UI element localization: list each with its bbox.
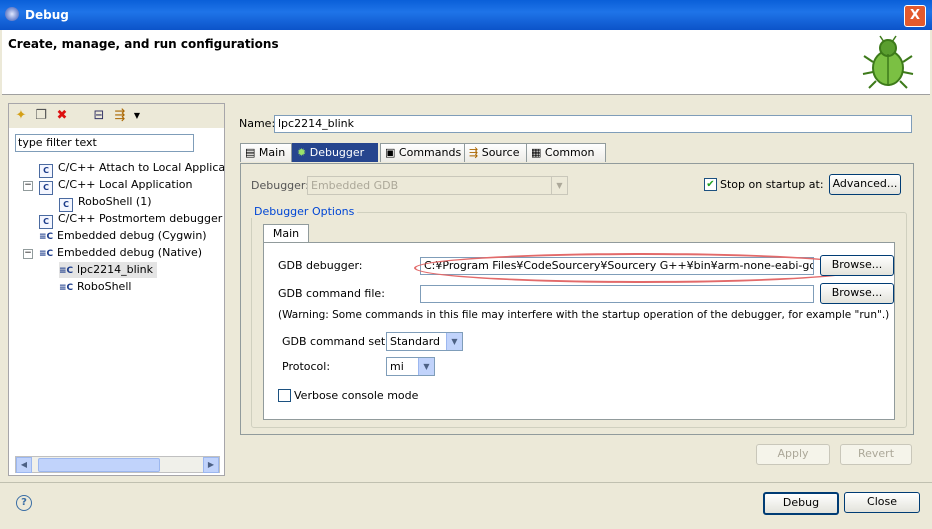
tab-source[interactable]: ⇶ Source bbox=[464, 143, 532, 162]
help-icon[interactable]: ? bbox=[16, 495, 32, 511]
debugger-tab-icon: ✹ bbox=[297, 146, 307, 159]
banner: Create, manage, and run configurations bbox=[2, 30, 930, 95]
debug-dialog: Debug X Create, manage, and run configur… bbox=[0, 0, 932, 529]
subtab-main[interactable]: Main bbox=[263, 224, 309, 243]
embedded-c-icon: ≡C bbox=[39, 249, 54, 259]
delete-config-icon[interactable]: ✖ bbox=[54, 108, 70, 124]
tree-item-embedded-cygwin[interactable]: ≡C Embedded debug (Cygwin) bbox=[39, 228, 207, 244]
name-field[interactable]: lpc2214_blink bbox=[274, 115, 912, 133]
browse-command-file-button[interactable]: Browse... bbox=[820, 283, 894, 304]
filter-icon[interactable]: ⇶ bbox=[112, 108, 128, 124]
launch-config-panel: ✦ ❐ ✖ ⊟ ⇶ ▼ type filter text C C/C++ Atta… bbox=[8, 103, 225, 476]
stop-on-startup-label: Stop on startup at: bbox=[720, 178, 824, 191]
debugger-select[interactable]: Embedded GDB ▼ bbox=[307, 176, 568, 195]
verbose-label: Verbose console mode bbox=[294, 389, 419, 402]
chevron-down-icon: ▼ bbox=[551, 177, 567, 194]
config-toolbar: ✦ ❐ ✖ ⊟ ⇶ ▼ bbox=[9, 104, 224, 128]
debugger-tab-panel: Debugger: Embedded GDB ▼ ✔ Stop on startu… bbox=[240, 163, 914, 435]
embedded-c-icon: ≡C bbox=[39, 232, 54, 242]
collapse-toggle[interactable]: − bbox=[23, 249, 33, 259]
browse-gdb-debugger-button[interactable]: Browse... bbox=[820, 255, 894, 276]
c-config-icon: C bbox=[39, 215, 53, 229]
c-config-icon: C bbox=[39, 181, 53, 195]
gdb-command-file-field[interactable] bbox=[420, 285, 814, 303]
c-config-icon: C bbox=[39, 164, 53, 178]
new-config-icon[interactable]: ✦ bbox=[13, 108, 29, 124]
collapse-all-icon[interactable]: ⊟ bbox=[91, 108, 107, 124]
collapse-toggle[interactable]: − bbox=[23, 181, 33, 191]
tree-item-attach[interactable]: C C/C++ Attach to Local Applicat bbox=[39, 160, 224, 178]
gdb-debugger-field[interactable]: C:¥Program Files¥CodeSourcery¥Sourcery G… bbox=[420, 257, 814, 275]
debugger-options-title: Debugger Options bbox=[251, 205, 358, 218]
c-config-icon: C bbox=[59, 198, 73, 212]
title-bar: Debug X bbox=[0, 0, 932, 30]
banner-title: Create, manage, and run configurations bbox=[8, 37, 279, 51]
tree-item-roboshell-1[interactable]: C RoboShell (1) bbox=[59, 194, 152, 212]
config-tree: C C/C++ Attach to Local Applicat − C C/C++… bbox=[9, 156, 224, 456]
apply-button[interactable]: Apply bbox=[756, 444, 830, 465]
verbose-checkbox[interactable] bbox=[278, 389, 291, 402]
chevron-down-icon: ▼ bbox=[418, 358, 434, 375]
command-set-select[interactable]: Standard ▼ bbox=[386, 332, 463, 351]
source-tab-icon: ⇶ bbox=[469, 146, 479, 159]
chevron-down-icon: ▼ bbox=[446, 333, 462, 350]
debug-button[interactable]: Debug bbox=[763, 492, 839, 515]
tree-item-lpc2214-blink[interactable]: ≡C lpc2214_blink bbox=[59, 262, 158, 278]
close-button[interactable]: Close bbox=[844, 492, 920, 513]
bug-icon bbox=[862, 35, 914, 89]
gdb-command-file-label: GDB command file: bbox=[278, 287, 385, 300]
footer-separator bbox=[0, 482, 932, 483]
debugger-label: Debugger: bbox=[251, 179, 309, 192]
tree-item-local-app[interactable]: C C/C++ Local Application bbox=[39, 177, 192, 195]
warning-text: (Warning: Some commands in this file may… bbox=[278, 309, 890, 321]
tree-item-postmortem[interactable]: C C/C++ Postmortem debugger bbox=[39, 211, 222, 229]
horizontal-scrollbar[interactable]: ◀ ▶ bbox=[15, 456, 220, 473]
tab-common[interactable]: ▦ Common bbox=[526, 143, 606, 162]
eclipse-icon bbox=[5, 7, 19, 21]
command-set-label: GDB command set: bbox=[282, 335, 389, 348]
filter-menu-chevron-icon[interactable]: ▼ bbox=[129, 108, 145, 124]
duplicate-config-icon[interactable]: ❐ bbox=[33, 108, 49, 124]
scroll-thumb[interactable] bbox=[38, 458, 160, 472]
tab-main[interactable]: ▤ Main bbox=[240, 143, 292, 162]
revert-button[interactable]: Revert bbox=[840, 444, 912, 465]
window-title: Debug bbox=[25, 8, 69, 22]
scroll-right-icon[interactable]: ▶ bbox=[203, 457, 219, 473]
stop-on-startup-checkbox[interactable]: ✔ bbox=[704, 178, 717, 191]
scroll-left-icon[interactable]: ◀ bbox=[16, 457, 32, 473]
options-main-panel: GDB debugger: C:¥Program Files¥CodeSourc… bbox=[263, 242, 895, 420]
tree-item-embedded-native[interactable]: ≡C Embedded debug (Native) bbox=[39, 245, 202, 261]
name-label: Name: bbox=[239, 117, 276, 130]
protocol-select[interactable]: mi ▼ bbox=[386, 357, 435, 376]
close-window-button[interactable]: X bbox=[904, 5, 926, 27]
tree-item-roboshell[interactable]: ≡C RoboShell bbox=[59, 279, 131, 295]
filter-input[interactable]: type filter text bbox=[15, 134, 194, 152]
protocol-label: Protocol: bbox=[282, 360, 331, 373]
embedded-c-icon: ≡C bbox=[59, 283, 74, 293]
commands-tab-icon: ▣ bbox=[385, 146, 396, 159]
gdb-debugger-label: GDB debugger: bbox=[278, 259, 363, 272]
advanced-button[interactable]: Advanced... bbox=[829, 174, 901, 195]
tab-debugger[interactable]: ✹ Debugger bbox=[292, 143, 378, 162]
main-tab-icon: ▤ bbox=[245, 146, 256, 159]
config-editor: Name: lpc2214_blink ▤ Main ✹ Debugger ▣ … bbox=[230, 103, 922, 474]
common-tab-icon: ▦ bbox=[531, 146, 542, 159]
tab-commands[interactable]: ▣ Commands bbox=[380, 143, 470, 162]
embedded-c-icon: ≡C bbox=[59, 266, 74, 276]
